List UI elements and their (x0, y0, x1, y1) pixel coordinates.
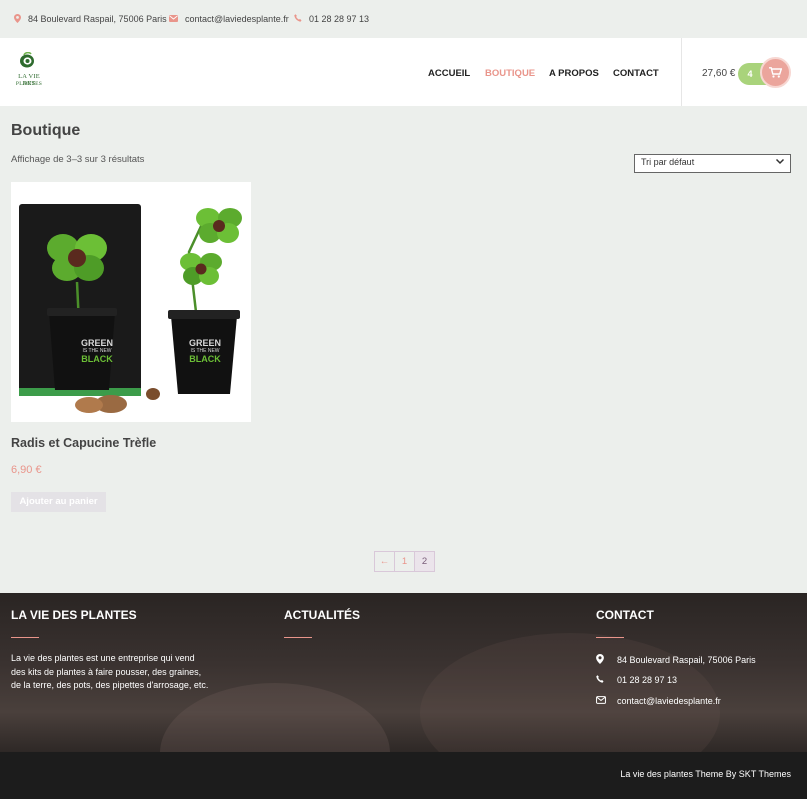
pot-label-line3: BLACK (81, 354, 113, 364)
footer-about-title: LA VIE DES PLANTES (11, 608, 137, 622)
pagination-prev[interactable]: ← (374, 551, 395, 572)
pot2-label-line3: BLACK (189, 354, 221, 364)
pot-label-line1: GREEN (80, 338, 113, 348)
nav-boutique[interactable]: BOUTIQUE (485, 68, 535, 79)
pot2-label-line1: GREEN (188, 338, 221, 348)
footer-about-underline (11, 637, 39, 638)
footer-phone-text[interactable]: 01 28 28 97 13 (617, 675, 677, 685)
footer-bg-shape (160, 683, 390, 752)
topbar-address: 84 Boulevard Raspail, 75006 Paris (14, 13, 167, 25)
footer-email[interactable]: contact@laviedesplante.fr (596, 696, 721, 706)
footer-bg-shape-2 (420, 633, 720, 752)
site-header: LA VIE DES PLANTES ACCUEIL BOUTIQUE A PR… (0, 38, 807, 106)
topbar-phone-text[interactable]: 01 28 28 97 13 (309, 14, 369, 24)
map-pin-icon (596, 654, 608, 666)
phone-icon (294, 14, 302, 24)
orderby-select[interactable]: Tri par défaut (634, 154, 791, 173)
nav-a-propos[interactable]: A PROPOS (549, 68, 599, 79)
site-logo[interactable]: LA VIE DES PLANTES (11, 52, 45, 92)
footer-contact-underline (596, 637, 624, 638)
nav-contact[interactable]: CONTACT (613, 68, 659, 79)
footer-about-text: La vie des plantes est une entreprise qu… (11, 653, 209, 690)
footer-news-underline (284, 637, 312, 638)
pot-label-2: GREEN IS THE NEW BLACK (185, 338, 225, 364)
shopping-cart-icon (769, 67, 782, 78)
cart-button[interactable] (760, 57, 791, 88)
footer-email-text[interactable]: contact@laviedesplante.fr (617, 696, 721, 706)
site-footer: LA VIE DES PLANTES La vie des plantes es… (0, 593, 807, 752)
map-pin-icon (14, 13, 21, 25)
pagination: ← 1 2 (374, 551, 435, 572)
envelope-icon (596, 696, 608, 706)
cart-count-badge[interactable]: 4 (742, 63, 758, 85)
footer-address-text: 84 Boulevard Raspail, 75006 Paris (617, 655, 756, 665)
logo-text-line2: PLANTES (15, 81, 43, 87)
top-contact-bar: 84 Boulevard Raspail, 75006 Paris contac… (0, 0, 807, 38)
page-title: Boutique (11, 122, 81, 139)
nav-accueil[interactable]: ACCUEIL (428, 68, 470, 79)
pot-label: GREEN IS THE NEW BLACK (77, 338, 117, 364)
topbar-email[interactable]: contact@laviedesplante.fr (169, 14, 289, 24)
chevron-down-icon (775, 156, 785, 169)
footer-phone[interactable]: 01 28 28 97 13 (596, 675, 677, 685)
footer-bottom-bar: La vie des plantes Theme By SKT Themes (0, 752, 807, 799)
product-price: 6,90 € (11, 464, 42, 476)
footer-credit[interactable]: La vie des plantes Theme By SKT Themes (620, 769, 791, 779)
add-to-cart-button[interactable]: Ajouter au panier (11, 492, 106, 512)
product-image[interactable]: GREEN IS THE NEW BLACK GREEN IS THE NEW … (11, 182, 251, 422)
phone-icon (596, 675, 608, 685)
pagination-page-1[interactable]: 1 (394, 551, 415, 572)
topbar-email-text[interactable]: contact@laviedesplante.fr (185, 14, 289, 24)
topbar-phone[interactable]: 01 28 28 97 13 (294, 14, 369, 24)
pagination-page-2-current: 2 (414, 551, 435, 572)
footer-news-title: ACTUALITÉS (284, 608, 360, 622)
orderby-selected-value: Tri par défaut (641, 157, 695, 167)
product-title[interactable]: Radis et Capucine Trèfle (11, 436, 156, 450)
logo-leaf-icon (20, 52, 34, 68)
footer-address: 84 Boulevard Raspail, 75006 Paris (596, 654, 756, 666)
header-divider (681, 38, 682, 106)
result-count: Affichage de 3–3 sur 3 résultats (11, 154, 145, 165)
topbar-address-text: 84 Boulevard Raspail, 75006 Paris (28, 14, 167, 24)
cart-total[interactable]: 27,60 € (702, 68, 735, 79)
footer-contact-title: CONTACT (596, 608, 654, 622)
envelope-icon (169, 14, 178, 24)
